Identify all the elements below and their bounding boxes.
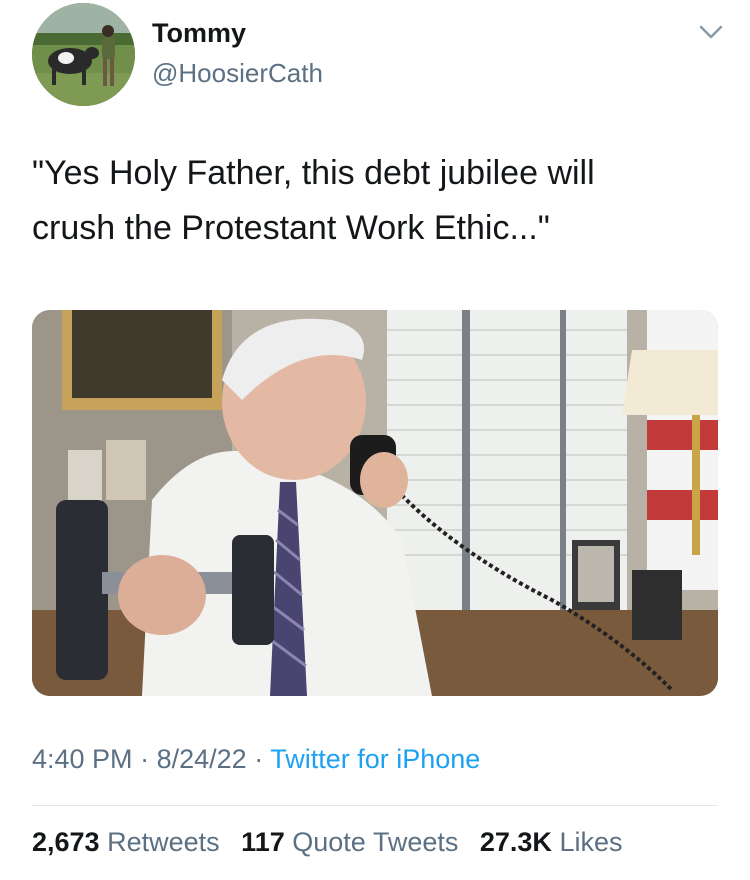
likes-stat[interactable]: 27.3K Likes [480, 827, 623, 857]
quotes-stat[interactable]: 117 Quote Tweets [241, 827, 458, 857]
tweet-time[interactable]: 4:40 PM [32, 744, 133, 774]
likes-label: Likes [559, 827, 623, 857]
tweet-text-line: "Yes Holy Father, this debt jubilee will [32, 154, 595, 192]
likes-count: 27.3K [479, 827, 552, 857]
tweet-source[interactable]: Twitter for iPhone [270, 744, 480, 774]
author-name[interactable]: Tommy [152, 18, 246, 49]
photo-illustration [32, 310, 718, 696]
retweets-label: Retweets [107, 827, 220, 857]
retweets-stat[interactable]: 2,673 Retweets [32, 827, 220, 857]
quotes-count: 117 [241, 827, 285, 857]
tweet-date[interactable]: 8/24/22 [157, 744, 247, 774]
tweet-stats: 2,673 Retweets 117 Quote Tweets 27.3K Li… [32, 827, 622, 858]
tweet-text-line: crush the Protestant Work Ethic..." [32, 209, 550, 247]
avatar-image [32, 3, 135, 106]
meta-separator: · [254, 744, 264, 774]
meta-separator: · [140, 744, 150, 774]
avatar[interactable] [32, 3, 135, 106]
quotes-label: Quote Tweets [292, 827, 459, 857]
retweets-count: 2,673 [32, 827, 100, 857]
divider [32, 805, 718, 806]
author-handle[interactable]: @HoosierCath [152, 58, 323, 89]
tweet-meta: 4:40 PM · 8/24/22 · Twitter for iPhone [32, 744, 480, 775]
chevron-down-icon[interactable] [698, 22, 724, 42]
tweet-text: "Yes Holy Father, this debt jubilee will… [32, 146, 722, 256]
tweet-photo[interactable] [32, 310, 718, 696]
